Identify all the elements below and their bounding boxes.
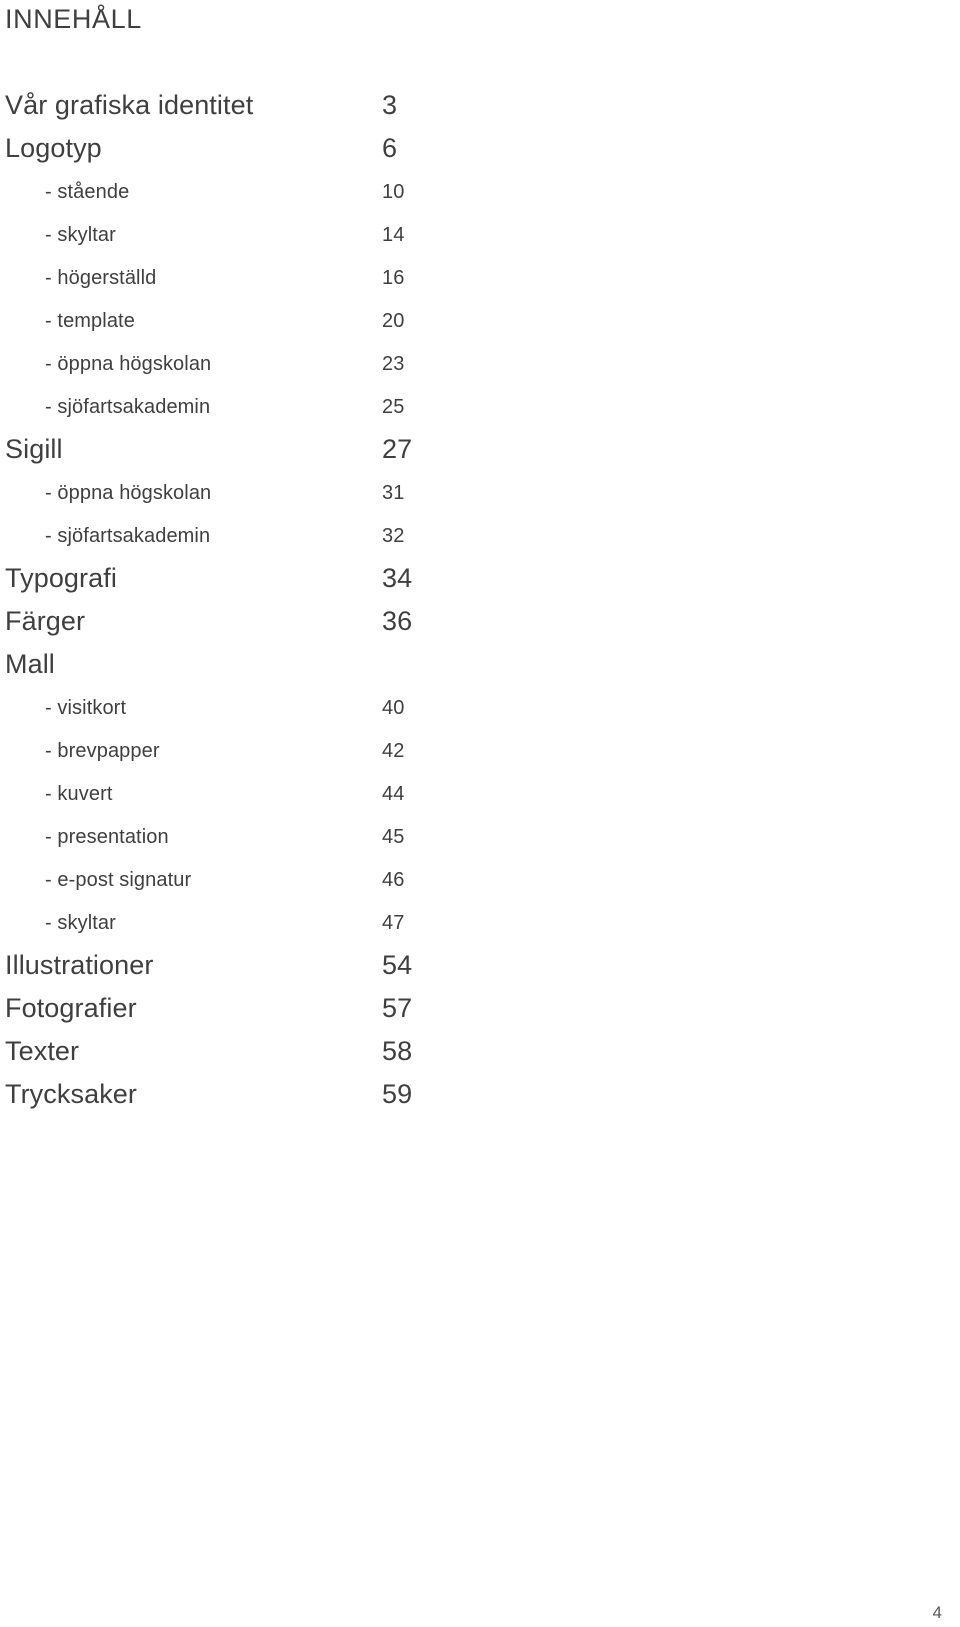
toc-entry-page-number: 14: [382, 224, 405, 246]
toc-entry-label: - öppna högskolan: [45, 482, 212, 504]
toc-entry-label: Logotyp: [5, 133, 102, 163]
toc-entry[interactable]: Illustrationer 54: [0, 944, 520, 987]
toc-entry-page-number: 44: [382, 783, 405, 805]
toc-entry-page-number: 25: [382, 396, 405, 418]
toc-entry-label: - visitkort: [45, 697, 127, 719]
toc-entry-page-number: 58: [382, 1036, 413, 1066]
toc-entry[interactable]: - e-post signatur 46: [0, 858, 520, 901]
toc-entry-page-number: 23: [382, 353, 405, 375]
toc-entry-label: - högerställd: [45, 267, 157, 289]
toc-entry-label: Typografi: [5, 563, 117, 593]
toc-entry-label: - sjöfartsakademin: [45, 396, 211, 418]
toc-entry[interactable]: Vår grafiska identitet 3: [0, 84, 520, 127]
toc-entry-page-number: 59: [382, 1079, 413, 1109]
toc-entry[interactable]: - öppna högskolan 31: [0, 471, 520, 514]
toc-entry[interactable]: - kuvert 44: [0, 772, 520, 815]
toc-entry-page-number: 34: [382, 563, 413, 593]
toc-entry[interactable]: - visitkort 40: [0, 686, 520, 729]
toc-entry-page-number: 36: [382, 606, 413, 636]
toc-entry-label: Illustrationer: [5, 950, 154, 980]
toc-entry[interactable]: Mall: [0, 643, 520, 686]
page-number-folio: 4: [932, 1603, 942, 1622]
toc-entry-page-number: 31: [382, 482, 405, 504]
toc-entry[interactable]: Sigill 27: [0, 428, 520, 471]
toc-entry[interactable]: - template 20: [0, 299, 520, 342]
toc-entry[interactable]: Fotografier 57: [0, 987, 520, 1030]
toc-entry[interactable]: - sjöfartsakademin 32: [0, 514, 520, 557]
toc-entry-label: - brevpapper: [45, 740, 160, 762]
toc-entry-page-number: 3: [382, 90, 398, 120]
toc-entry-label: - skyltar: [45, 224, 116, 246]
toc-entry-label: - skyltar: [45, 912, 116, 934]
toc-entry[interactable]: - sjöfartsakademin 25: [0, 385, 520, 428]
toc-entry-label: Vår grafiska identitet: [5, 90, 254, 120]
toc-entry-page-number: 32: [382, 525, 405, 547]
toc-entry-page-number: 57: [382, 993, 413, 1023]
toc-entry-label: Texter: [5, 1036, 80, 1066]
toc-entry[interactable]: - brevpapper 42: [0, 729, 520, 772]
toc-entry-label: - e-post signatur: [45, 869, 192, 891]
toc-entry-label: - kuvert: [45, 783, 113, 805]
toc-entry-page-number: 10: [382, 181, 405, 203]
toc-entry[interactable]: - skyltar 47: [0, 901, 520, 944]
toc-entry[interactable]: Trycksaker 59: [0, 1073, 520, 1116]
toc-entry[interactable]: Texter 58: [0, 1030, 520, 1073]
toc-entry-label: Färger: [5, 606, 86, 636]
toc-entry[interactable]: Färger 36: [0, 600, 520, 643]
toc-entry[interactable]: - stående 10: [0, 170, 520, 213]
toc-entry[interactable]: Typografi 34: [0, 557, 520, 600]
toc-entry-label: Fotografier: [5, 993, 137, 1023]
toc-entry-page-number: 20: [382, 310, 405, 332]
toc-entry-page-number: 47: [382, 912, 405, 934]
document-page: INNEHÅLL Vår grafiska identitet 3 Logotyp 6…: [0, 0, 960, 1627]
toc-entry[interactable]: Logotyp 6: [0, 127, 520, 170]
toc-entry-page-number: 16: [382, 267, 405, 289]
table-of-contents-list: Vår grafiska identitet 3 Logotyp 6 - stående…: [0, 84, 520, 1116]
toc-entry-page-number: 46: [382, 869, 405, 891]
toc-entry-page-number: 6: [382, 133, 398, 163]
toc-entry-label: Sigill: [5, 434, 63, 464]
toc-entry[interactable]: - högerställd 16: [0, 256, 520, 299]
toc-entry-label: - stående: [45, 181, 130, 203]
toc-entry[interactable]: - skyltar 14: [0, 213, 520, 256]
toc-entry-page-number: 45: [382, 826, 405, 848]
toc-entry-label: Trycksaker: [5, 1079, 138, 1109]
toc-entry-label: - sjöfartsakademin: [45, 525, 211, 547]
toc-entry-page-number: 54: [382, 950, 413, 980]
toc-entry[interactable]: - presentation 45: [0, 815, 520, 858]
toc-entry-label: - presentation: [45, 826, 169, 848]
page-title: INNEHÅLL: [5, 4, 142, 34]
toc-entry-label: - öppna högskolan: [45, 353, 212, 375]
toc-entry-label: Mall: [5, 649, 55, 679]
toc-entry-page-number: 40: [382, 697, 405, 719]
toc-entry-label: - template: [45, 310, 135, 332]
toc-entry-page-number: 42: [382, 740, 405, 762]
toc-entry[interactable]: - öppna högskolan 23: [0, 342, 520, 385]
toc-entry-page-number: 27: [382, 434, 413, 464]
